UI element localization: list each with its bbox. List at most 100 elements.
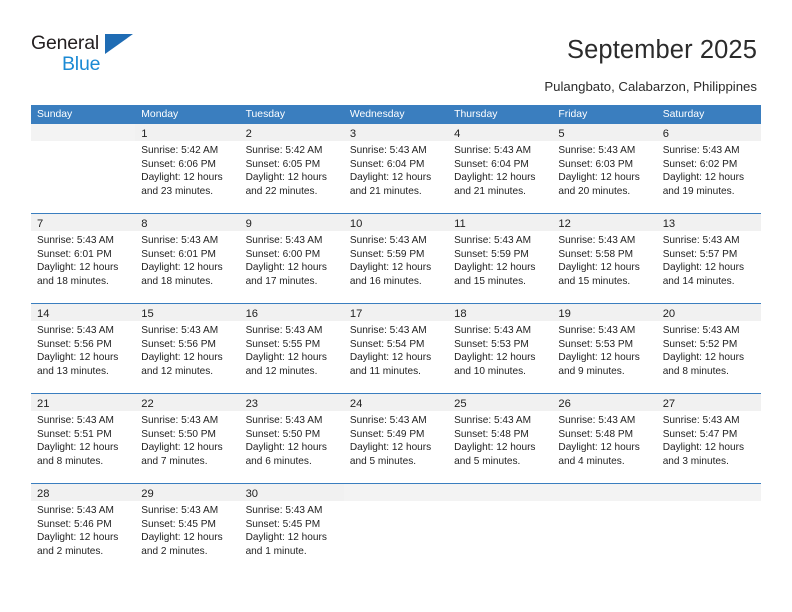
day-detail-lines: Sunrise: 5:43 AM Sunset: 6:01 PM Daylight:… bbox=[135, 231, 239, 288]
calendar-day-cell[interactable]: 25 Sunrise: 5:43 AM Sunset: 5:48 PM Dayligh… bbox=[448, 394, 553, 474]
day-detail-line: Sunrise: 5:43 AM bbox=[245, 235, 323, 246]
calendar-day-cell[interactable]: 30 Sunrise: 5:43 AM Sunset: 5:45 PM Dayligh… bbox=[239, 484, 344, 564]
day-detail-line: Sunrise: 5:43 AM bbox=[454, 325, 531, 336]
day-number: 24 bbox=[349, 398, 363, 410]
day-number: 28 bbox=[37, 488, 50, 500]
day-detail-line: Sunrise: 5:43 AM bbox=[141, 415, 219, 426]
generalblue-logo[interactable]: General Blue bbox=[31, 32, 211, 78]
day-number: 5 bbox=[558, 128, 565, 140]
calendar-day-cell[interactable]: 29 Sunrise: 5:43 AM Sunset: 5:45 PM Dayligh… bbox=[135, 484, 240, 564]
day-detail-line: and 3 minutes. bbox=[662, 455, 729, 467]
day-detail-lines: Sunrise: 5:43 AM Sunset: 6:00 PM Daylight:… bbox=[240, 231, 344, 288]
calendar-day-cell[interactable]: 7 Sunrise: 5:43 AM Sunset: 6:01 PM Daylight… bbox=[31, 214, 136, 294]
day-detail-line: and 8 minutes. bbox=[662, 365, 729, 377]
day-number: 25 bbox=[454, 398, 467, 410]
day-number-band: 21 bbox=[31, 394, 136, 411]
calendar-page: General Blue September 2025 Pulangbato, … bbox=[0, 0, 792, 612]
calendar-day-cell[interactable]: 8 Sunrise: 5:43 AM Sunset: 6:01 PM Daylight… bbox=[135, 214, 240, 294]
day-detail-lines: Sunrise: 5:43 AM Sunset: 5:56 PM Daylight:… bbox=[31, 321, 135, 378]
day-detail-lines: Sunrise: 5:43 AM Sunset: 5:57 PM Daylight:… bbox=[657, 231, 761, 288]
day-detail-line: Sunrise: 5:43 AM bbox=[37, 415, 114, 426]
calendar-day-cell[interactable]: 15 Sunrise: 5:43 AM Sunset: 5:56 PM Dayligh… bbox=[135, 304, 240, 384]
calendar-day-cell[interactable]: 9 Sunrise: 5:43 AM Sunset: 6:00 PM Daylight… bbox=[239, 214, 344, 294]
day-detail-line: Sunset: 5:45 PM bbox=[141, 518, 216, 530]
calendar-day-cell[interactable]: 5 Sunrise: 5:43 AM Sunset: 6:03 PM Daylight… bbox=[552, 124, 657, 204]
calendar-day-cell[interactable]: 3 Sunrise: 5:43 AM Sunset: 6:04 PM Daylight… bbox=[343, 124, 449, 204]
day-number: 20 bbox=[662, 308, 676, 320]
day-detail-lines: Sunrise: 5:43 AM Sunset: 5:55 PM Daylight:… bbox=[240, 321, 344, 378]
calendar-day-cell[interactable]: 4 Sunrise: 5:43 AM Sunset: 6:04 PM Daylight… bbox=[448, 124, 553, 204]
day-number-band bbox=[552, 484, 657, 501]
calendar-day-cell[interactable]: 13 Sunrise: 5:43 AM Sunset: 5:57 PM Dayligh… bbox=[656, 214, 761, 294]
page-header: General Blue September 2025 Pulangbato, … bbox=[0, 0, 792, 100]
weekday-header-saturday: Saturday bbox=[662, 109, 705, 120]
day-detail-line: Sunrise: 5:43 AM bbox=[558, 235, 636, 246]
calendar-week-row: 28 Sunrise: 5:43 AM Sunset: 5:46 PM Dayligh… bbox=[31, 483, 761, 564]
day-detail-line: Daylight: 12 hours bbox=[141, 262, 223, 274]
calendar-day-cell[interactable]: 27 Sunrise: 5:43 AM Sunset: 5:47 PM Dayligh… bbox=[656, 394, 761, 474]
logo-triangle-icon bbox=[105, 34, 133, 54]
day-detail-line: and 21 minutes. bbox=[454, 185, 526, 197]
calendar-day-cell[interactable]: 23 Sunrise: 5:43 AM Sunset: 5:50 PM Dayligh… bbox=[239, 394, 344, 474]
day-number: 22 bbox=[141, 398, 154, 410]
day-number-band bbox=[343, 484, 449, 501]
calendar-day-cell[interactable]: 19 Sunrise: 5:43 AM Sunset: 5:53 PM Dayligh… bbox=[552, 304, 657, 384]
day-number-band: 15 bbox=[135, 304, 240, 321]
calendar-day-cell[interactable]: 1 Sunrise: 5:42 AM Sunset: 6:06 PM Daylight… bbox=[135, 124, 240, 204]
day-detail-line: Sunrise: 5:43 AM bbox=[141, 505, 219, 516]
day-detail-line: Sunset: 5:49 PM bbox=[349, 428, 425, 440]
day-detail-line: Sunset: 6:00 PM bbox=[245, 248, 321, 260]
calendar-day-cell[interactable]: 17 Sunrise: 5:43 AM Sunset: 5:54 PM Dayligh… bbox=[343, 304, 449, 384]
day-detail-line: Sunrise: 5:43 AM bbox=[662, 235, 740, 246]
day-detail-line: Sunrise: 5:43 AM bbox=[245, 415, 323, 426]
day-detail-line: Sunrise: 5:43 AM bbox=[558, 325, 636, 336]
calendar-day-cell[interactable]: 2 Sunrise: 5:42 AM Sunset: 6:05 PM Daylight… bbox=[239, 124, 344, 204]
calendar-week-row: 7 Sunrise: 5:43 AM Sunset: 6:01 PM Daylight… bbox=[31, 213, 761, 294]
day-detail-line: Sunset: 5:50 PM bbox=[245, 428, 321, 440]
day-number: 12 bbox=[558, 218, 571, 230]
day-detail-line: Sunset: 6:03 PM bbox=[558, 158, 634, 170]
calendar-day-cell[interactable]: 22 Sunrise: 5:43 AM Sunset: 5:50 PM Dayligh… bbox=[135, 394, 240, 474]
day-number-band: 19 bbox=[552, 304, 657, 321]
day-number-band: 17 bbox=[343, 304, 449, 321]
day-detail-line: and 7 minutes. bbox=[141, 455, 208, 467]
calendar-day-cell[interactable]: 26 Sunrise: 5:43 AM Sunset: 5:48 PM Dayligh… bbox=[552, 394, 657, 474]
calendar-day-cell[interactable]: 21 Sunrise: 5:43 AM Sunset: 5:51 PM Dayligh… bbox=[31, 394, 136, 474]
day-number-band: 6 bbox=[656, 124, 761, 141]
day-detail-line: and 23 minutes. bbox=[141, 185, 214, 197]
calendar-day-cell[interactable]: 18 Sunrise: 5:43 AM Sunset: 5:53 PM Dayligh… bbox=[448, 304, 553, 384]
day-detail-line: and 12 minutes. bbox=[141, 365, 214, 377]
calendar-weeks: 1 Sunrise: 5:42 AM Sunset: 6:06 PM Daylight… bbox=[31, 124, 761, 564]
day-number: 16 bbox=[245, 308, 259, 320]
day-number: 2 bbox=[245, 128, 252, 140]
day-detail-line: Sunrise: 5:42 AM bbox=[245, 145, 323, 156]
calendar-day-cell[interactable]: 10 Sunrise: 5:43 AM Sunset: 5:59 PM Dayligh… bbox=[343, 214, 449, 294]
day-detail-line: Sunrise: 5:43 AM bbox=[454, 415, 531, 426]
calendar-day-cell[interactable]: 14 Sunrise: 5:43 AM Sunset: 5:56 PM Dayligh… bbox=[31, 304, 136, 384]
calendar-day-cell[interactable]: 11 Sunrise: 5:43 AM Sunset: 5:59 PM Dayligh… bbox=[448, 214, 553, 294]
calendar-day-cell[interactable]: 16 Sunrise: 5:43 AM Sunset: 5:55 PM Dayligh… bbox=[239, 304, 344, 384]
day-number-band: 22 bbox=[135, 394, 240, 411]
day-detail-lines: Sunrise: 5:43 AM Sunset: 6:02 PM Daylight:… bbox=[657, 141, 761, 198]
day-number: 8 bbox=[141, 218, 148, 230]
day-detail-line: Daylight: 12 hours bbox=[141, 352, 223, 364]
day-detail-lines: Sunrise: 5:43 AM Sunset: 5:49 PM Daylight:… bbox=[344, 411, 448, 468]
day-detail-line: Sunset: 5:54 PM bbox=[349, 338, 425, 350]
day-detail-line: Sunset: 6:01 PM bbox=[141, 248, 216, 260]
calendar-day-cell[interactable]: 28 Sunrise: 5:43 AM Sunset: 5:46 PM Dayligh… bbox=[31, 484, 136, 564]
day-number: 13 bbox=[662, 218, 676, 230]
calendar-day-cell[interactable]: 6 Sunrise: 5:43 AM Sunset: 6:02 PM Daylight… bbox=[656, 124, 761, 204]
day-detail-line: Daylight: 12 hours bbox=[558, 262, 640, 274]
calendar-day-cell[interactable]: 20 Sunrise: 5:43 AM Sunset: 5:52 PM Dayligh… bbox=[656, 304, 761, 384]
day-detail-lines: Sunrise: 5:43 AM Sunset: 5:50 PM Daylight:… bbox=[240, 411, 344, 468]
day-number: 10 bbox=[349, 218, 363, 230]
day-detail-line: and 14 minutes. bbox=[662, 275, 735, 287]
calendar-day-cell-empty bbox=[31, 124, 136, 204]
day-number: 15 bbox=[141, 308, 154, 320]
calendar-day-cell[interactable]: 24 Sunrise: 5:43 AM Sunset: 5:49 PM Dayligh… bbox=[343, 394, 449, 474]
day-number-band: 9 bbox=[239, 214, 344, 231]
day-detail-line: Sunset: 5:53 PM bbox=[558, 338, 634, 350]
weekday-header-monday: Monday bbox=[141, 109, 179, 120]
calendar-day-cell[interactable]: 12 Sunrise: 5:43 AM Sunset: 5:58 PM Dayligh… bbox=[552, 214, 657, 294]
day-number: 21 bbox=[37, 398, 50, 410]
